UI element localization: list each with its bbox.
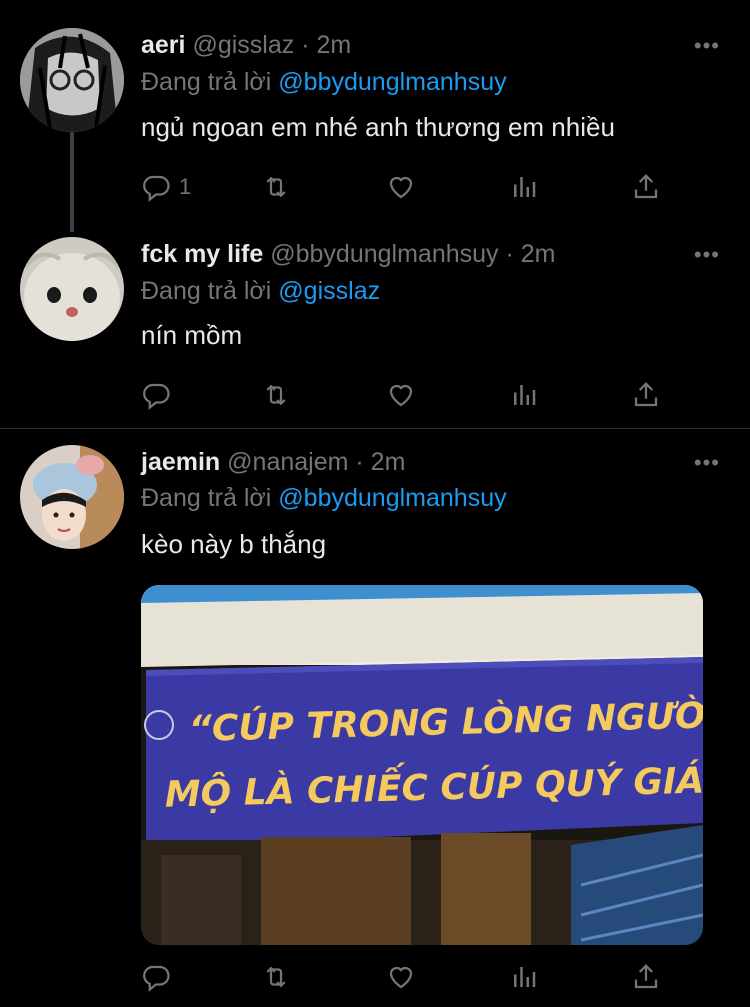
- analytics-button[interactable]: [509, 960, 539, 994]
- like-button[interactable]: [386, 960, 416, 994]
- analytics-icon: [514, 385, 536, 405]
- tweet-media-image[interactable]: “CÚP TRONG LÒNG NGƯỜI HÂM MỘ LÀ CHIẾC CÚ…: [141, 585, 703, 945]
- like-button[interactable]: [386, 378, 416, 412]
- tweet-text: nín mồm: [141, 320, 243, 350]
- mention-link[interactable]: @bbydunglmanhsuy: [278, 68, 506, 96]
- share-button[interactable]: [631, 170, 661, 204]
- replying-to: Đang trả lời @bbydunglmanhsuy: [141, 483, 507, 513]
- tweet-actions: [141, 378, 681, 412]
- more-icon[interactable]: •••: [694, 450, 720, 476]
- share-button[interactable]: [631, 960, 661, 994]
- share-button[interactable]: [631, 378, 661, 412]
- thread-line: [70, 132, 74, 232]
- reply-count: 1: [179, 174, 192, 199]
- more-icon[interactable]: •••: [694, 242, 720, 268]
- reply-button[interactable]: [141, 960, 179, 994]
- avatar-jaemin[interactable]: [20, 445, 124, 549]
- like-icon: [389, 966, 413, 989]
- user-handle[interactable]: @gisslaz: [192, 31, 294, 59]
- tweet-actions: 1: [141, 170, 681, 204]
- retweet-button[interactable]: [261, 170, 291, 204]
- replying-to: Đang trả lời @gisslaz: [141, 276, 380, 306]
- retweet-button[interactable]: [261, 378, 291, 412]
- avatar-aeri[interactable]: [20, 28, 124, 132]
- tweet-header: aeri @gisslaz · 2m: [141, 30, 351, 60]
- replying-to-label: Đang trả lời: [141, 68, 272, 96]
- share-icon: [634, 382, 658, 407]
- retweet-icon: [266, 966, 286, 988]
- mention-link[interactable]: @bbydunglmanhsuy: [278, 484, 506, 512]
- tweet-divider: [0, 428, 750, 429]
- reply-icon: [143, 383, 170, 410]
- replying-to-label: Đang trả lời: [141, 277, 272, 305]
- like-icon: [389, 384, 413, 407]
- replying-to: Đang trả lời @bbydunglmanhsuy: [141, 67, 507, 97]
- retweet-icon: [266, 384, 286, 406]
- like-icon: [389, 176, 413, 199]
- analytics-icon: [514, 177, 536, 197]
- reply-icon: [143, 175, 170, 202]
- share-icon: [634, 964, 658, 989]
- timestamp[interactable]: 2m: [521, 240, 556, 268]
- user-handle[interactable]: @nanajem: [227, 448, 348, 476]
- tweet-text: kèo này b thắng: [141, 529, 327, 559]
- share-icon: [634, 174, 658, 199]
- retweet-button[interactable]: [261, 960, 291, 994]
- reply-button[interactable]: 1: [141, 170, 191, 204]
- separator-dot: ·: [301, 31, 310, 59]
- timestamp[interactable]: 2m: [371, 448, 406, 476]
- display-name[interactable]: jaemin: [141, 448, 220, 476]
- tweet-actions: [141, 960, 681, 994]
- tweet-header: fck my life @bbydunglmanhsuy · 2m: [141, 239, 556, 269]
- analytics-button[interactable]: [509, 378, 539, 412]
- separator-dot: ·: [355, 448, 364, 476]
- like-button[interactable]: [386, 170, 416, 204]
- display-name[interactable]: aeri: [141, 31, 185, 59]
- analytics-icon: [514, 967, 536, 987]
- retweet-icon: [266, 176, 286, 198]
- separator-dot: ·: [505, 240, 514, 268]
- avatar-fck-my-life[interactable]: [20, 237, 124, 341]
- reply-button[interactable]: [141, 378, 179, 412]
- analytics-button[interactable]: [509, 170, 539, 204]
- more-icon[interactable]: •••: [694, 33, 720, 59]
- tweet-header: jaemin @nanajem · 2m: [141, 447, 405, 477]
- timestamp[interactable]: 2m: [316, 31, 351, 59]
- display-name[interactable]: fck my life: [141, 240, 263, 268]
- reply-icon: [143, 965, 170, 992]
- tweet-text: ngủ ngoan em nhé anh thương em nhiều: [141, 112, 615, 142]
- mention-link[interactable]: @gisslaz: [278, 277, 380, 305]
- replying-to-label: Đang trả lời: [141, 484, 272, 512]
- user-handle[interactable]: @bbydunglmanhsuy: [270, 240, 498, 268]
